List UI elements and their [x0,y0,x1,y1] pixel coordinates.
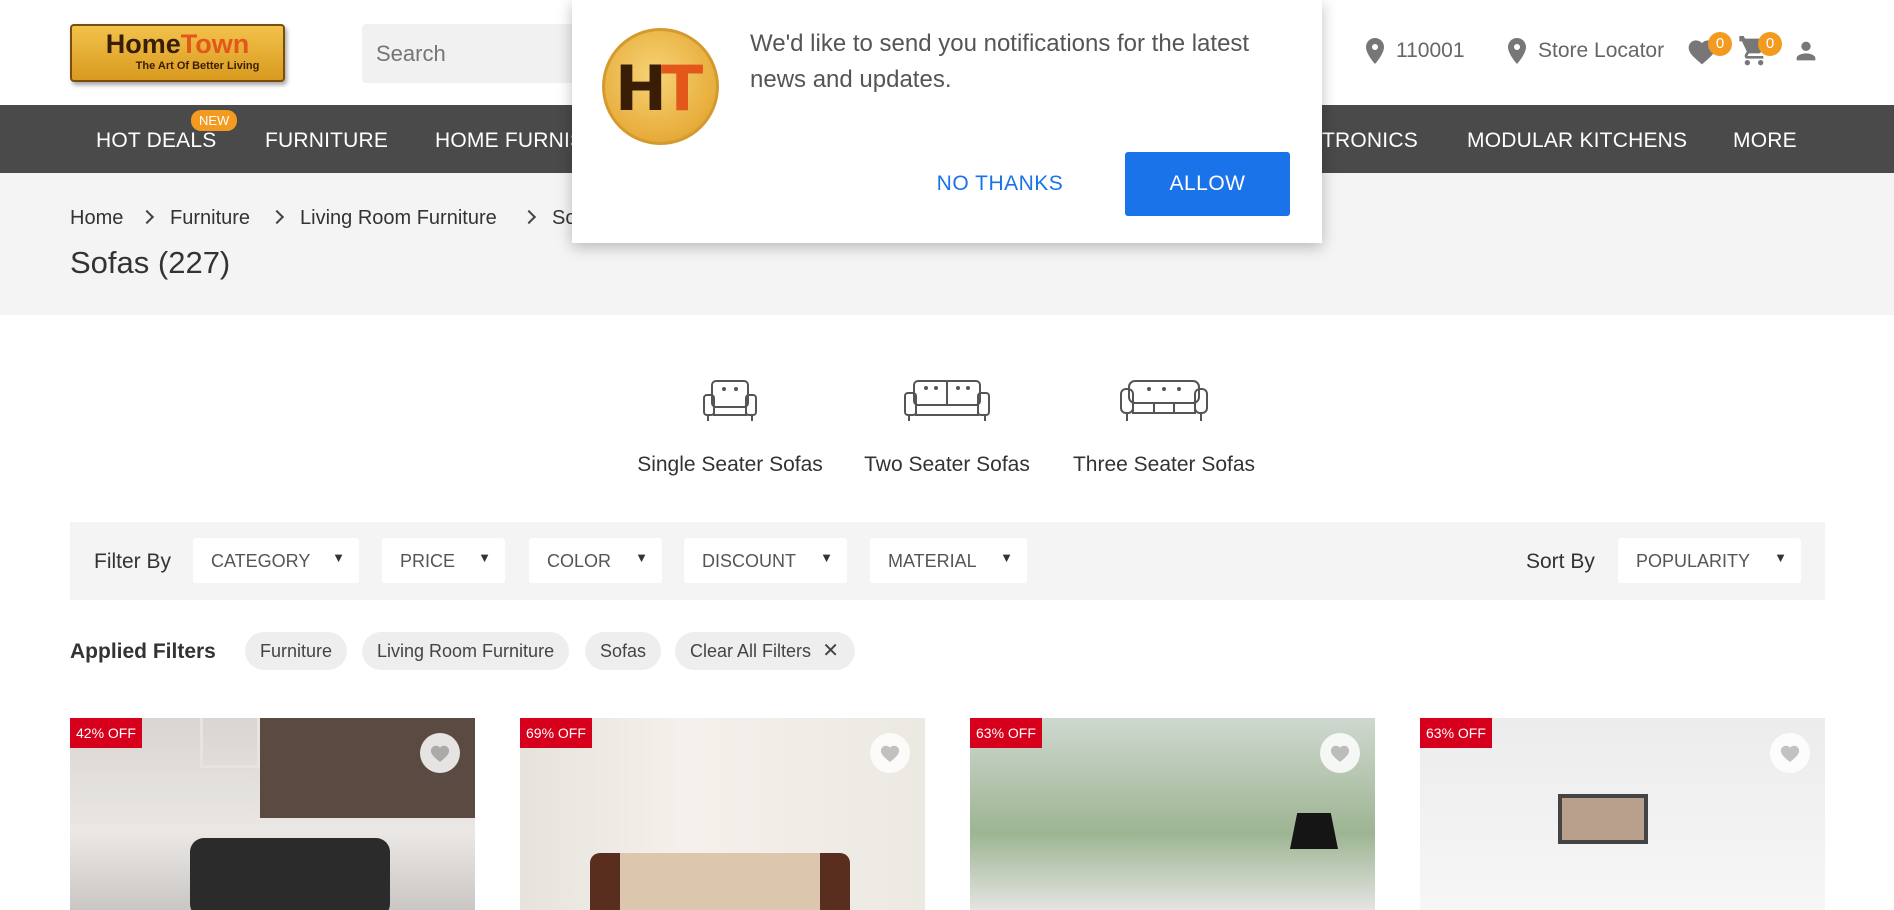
product-image-sofa [190,838,390,910]
cart-button[interactable]: 0 [1738,32,1782,70]
single-seater-sofa-icon [703,380,757,421]
wishlist-heart-button[interactable] [870,733,910,773]
applied-filters-label: Applied Filters [70,640,216,663]
store-locator-text: Store Locator [1538,39,1665,62]
nav-modular-kitchens[interactable]: MODULAR KITCHENS [1467,105,1687,173]
product-image-sofa [590,853,850,910]
discount-badge: 63% OFF [970,718,1042,748]
filter-color-dropdown[interactable]: COLOR ▼ [529,538,662,583]
heart-icon [1780,745,1800,763]
caret-down-icon: ▼ [1774,550,1787,565]
discount-badge: 42% OFF [70,718,142,748]
hometown-ht-logo: H T [602,28,719,145]
caret-down-icon: ▼ [635,550,648,565]
nav-more[interactable]: MORE [1733,105,1797,173]
product-card[interactable]: 63% OFF [1420,718,1825,910]
category-three-seater[interactable]: Three Seater Sofas [1059,375,1269,477]
two-seater-sofa-icon [904,380,990,421]
filter-category-dropdown[interactable]: CATEGORY ▼ [193,538,359,583]
user-icon [1796,41,1816,61]
product-image-shelf [200,718,260,768]
discount-badge: 69% OFF [520,718,592,748]
account-button[interactable] [1792,36,1822,70]
filter-price-dropdown[interactable]: PRICE ▼ [382,538,505,583]
pincode-text: 110001 [1396,39,1465,62]
product-card[interactable]: 63% OFF [970,718,1375,910]
nav-furniture[interactable]: FURNITURE [265,105,388,173]
pincode-link[interactable]: 110001 [1366,30,1465,72]
notification-popup: H T We'd like to send you notifications … [572,0,1322,243]
breadcrumb-furniture[interactable]: Furniture [170,207,250,230]
product-card[interactable]: 69% OFF [520,718,925,910]
nav-electronics[interactable]: TRONICS [1322,105,1418,173]
category-label: Single Seater Sofas [637,453,823,476]
wishlist-heart-button[interactable] [420,733,460,773]
close-icon: ✕ [822,640,840,662]
clear-all-filters-button[interactable]: Clear All Filters ✕ [675,632,856,670]
page-title: Sofas (227) [70,245,231,280]
caret-down-icon: ▼ [820,550,833,565]
three-seater-sofa-icon [1120,380,1208,421]
heart-icon [880,745,900,763]
location-pin-icon [1366,38,1384,64]
allow-button[interactable]: ALLOW [1125,152,1290,216]
wishlist-heart-button[interactable] [1320,733,1360,773]
hometown-logo[interactable]: HomeTown The Art Of Better Living [70,24,285,82]
category-label: Two Seater Sofas [864,453,1030,476]
filter-discount-dropdown[interactable]: DISCOUNT ▼ [684,538,847,583]
caret-down-icon: ▼ [332,550,345,565]
filter-chip[interactable]: Furniture [245,632,348,670]
wishlist-heart-button[interactable] [1770,733,1810,773]
filter-chip[interactable]: Living Room Furniture [362,632,570,670]
category-two-seater[interactable]: Two Seater Sofas [842,375,1052,477]
caret-down-icon: ▼ [478,550,491,565]
product-image-frame [1558,794,1648,844]
cart-count-badge: 0 [1758,32,1782,56]
nav-home-furnishing[interactable]: HOME FURNIS [435,105,584,173]
wishlist-button[interactable]: 0 [1686,32,1732,70]
category-label: Three Seater Sofas [1072,453,1256,476]
sort-dropdown[interactable]: POPULARITY ▼ [1618,538,1801,583]
no-thanks-button[interactable]: NO THANKS [910,152,1090,216]
product-image-lamp [1290,813,1338,849]
heart-icon [1330,745,1350,763]
filter-by-label: Filter By [94,550,172,573]
new-badge: NEW [191,110,238,131]
location-pin-icon [1508,38,1526,64]
store-locator-link[interactable]: Store Locator [1508,30,1664,72]
filter-chip[interactable]: Sofas [585,632,662,670]
breadcrumb-living-room-furniture[interactable]: Living Room Furniture [300,207,497,230]
breadcrumb-home[interactable]: Home [70,207,123,230]
product-card[interactable]: 42% OFF [70,718,475,910]
discount-badge: 63% OFF [1420,718,1492,748]
wishlist-count-badge: 0 [1708,32,1732,56]
filter-material-dropdown[interactable]: MATERIAL ▼ [870,538,1027,583]
popup-message: We'd like to send you notifications for … [750,30,1250,93]
sort-by-label: Sort By [1526,550,1595,573]
caret-down-icon: ▼ [1000,550,1013,565]
heart-icon [430,745,450,763]
category-single-seater[interactable]: Single Seater Sofas [625,375,835,477]
